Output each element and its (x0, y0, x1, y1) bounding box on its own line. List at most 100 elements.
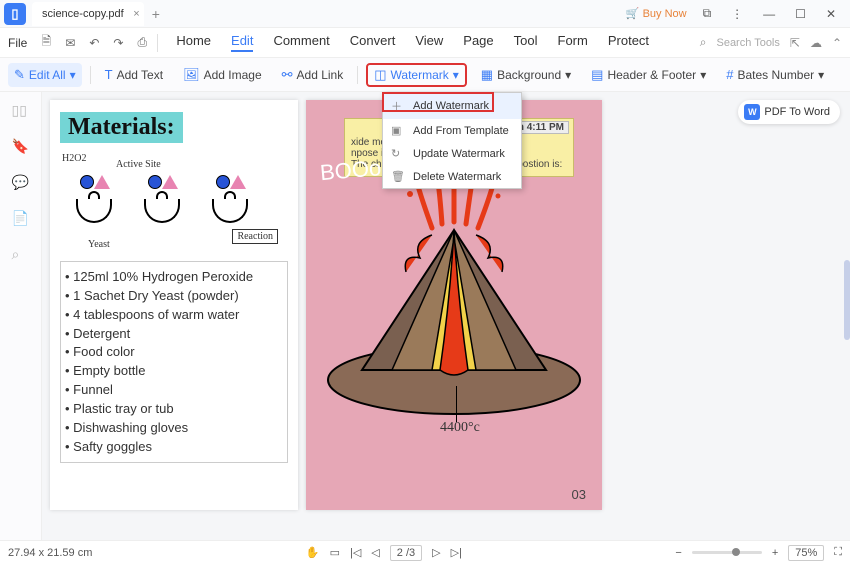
notification-icon[interactable]: ⧉ (699, 4, 716, 23)
status-bar: 27.94 x 21.59 cm ✋ ▭ |◁ ◁ 2 /3 ▷ ▷| − + … (0, 540, 850, 564)
comments-icon[interactable]: 💬 (12, 174, 30, 192)
tab-title: science-copy.pdf (42, 8, 124, 20)
chevron-down-icon: ▾ (70, 68, 76, 82)
watermark-dropdown: ＋Add Watermark ▣ Add From Template ↻Updat… (382, 92, 522, 189)
more-icon[interactable]: ⋮ (727, 5, 747, 23)
file-menu[interactable]: File (8, 36, 27, 50)
chevron-down-icon: ▾ (818, 68, 824, 82)
list-item: 4 tablespoons of warm water (65, 306, 281, 325)
pdf-to-word-button[interactable]: W PDF To Word (738, 100, 840, 124)
share-icon[interactable]: ⇱ (790, 36, 800, 50)
molecule-diagram: H2O2 Active Site Yeast Reaction (60, 149, 288, 259)
menu-bar: File 🗎 ✉ ↶ ↷ ⎙ Home Edit Comment Convert… (0, 28, 850, 58)
title-bar: ▯ science-copy.pdf × + 🛒 Buy Now ⧉ ⋮ — ☐… (0, 0, 850, 28)
select-tool-icon[interactable]: ▭ (330, 546, 340, 559)
delete-watermark-item[interactable]: 🗑 Delete Watermark (383, 165, 521, 188)
cloud-icon[interactable]: ☁ (810, 36, 822, 50)
menu-comment[interactable]: Comment (273, 33, 329, 52)
last-page-icon[interactable]: ▷| (451, 546, 462, 559)
chevron-up-icon[interactable]: ⌃ (832, 36, 842, 50)
close-tab-icon[interactable]: × (133, 8, 139, 20)
bookmarks-icon[interactable]: 🔖 (12, 138, 30, 156)
menu-edit[interactable]: Edit (231, 33, 253, 52)
prev-page-icon[interactable]: ◁ (371, 546, 379, 559)
minimize-button[interactable]: — (759, 5, 779, 23)
attachments-icon[interactable]: 📄 (12, 210, 30, 228)
h2o2-label: H2O2 (62, 153, 86, 164)
add-from-template-item[interactable]: ▣ Add From Template (383, 119, 521, 142)
text-icon: T (105, 67, 113, 82)
chevron-down-icon: ▾ (453, 68, 459, 82)
app-icon: ▯ (4, 3, 26, 25)
edit-all-button[interactable]: ✎Edit All▾ (8, 63, 82, 87)
zoom-value[interactable]: 75% (788, 545, 824, 561)
next-page-icon[interactable]: ▷ (432, 546, 440, 559)
template-icon: ▣ (391, 124, 405, 137)
materials-heading: Materials: (60, 112, 183, 143)
add-watermark-item[interactable]: ＋Add Watermark (383, 93, 521, 119)
volcano-illustration (322, 180, 586, 420)
mail-icon[interactable]: ✉ (61, 34, 79, 52)
zoom-in-icon[interactable]: + (772, 547, 778, 559)
update-watermark-item[interactable]: ↻Update Watermark (383, 142, 521, 165)
undo-icon[interactable]: ↶ (85, 34, 103, 52)
zoom-thumb[interactable] (732, 548, 740, 556)
zoom-out-icon[interactable]: − (675, 547, 681, 559)
document-tab[interactable]: science-copy.pdf × (32, 2, 144, 26)
link-icon: ⚯ (282, 67, 293, 83)
chevron-down-icon: ▾ (565, 68, 571, 82)
watermark-button[interactable]: ◫Watermark▾ (366, 63, 467, 87)
menu-protect[interactable]: Protect (608, 33, 649, 52)
dd-label: Add From Template (413, 125, 509, 137)
fit-page-icon[interactable]: ⛶ (834, 546, 842, 559)
search-tools-input[interactable]: Search Tools (716, 37, 779, 49)
trash-icon: 🗑 (391, 170, 405, 183)
add-image-button[interactable]: 🖼Add Image (177, 63, 268, 87)
list-item: Dishwashing gloves (65, 419, 281, 438)
save-icon[interactable]: 🗎 (37, 34, 55, 52)
word-icon: W (744, 104, 760, 120)
bates-number-button[interactable]: #Bates Number▾ (720, 63, 830, 86)
first-page-icon[interactable]: |◁ (350, 546, 361, 559)
temperature-label: 4400°c (440, 420, 480, 436)
background-button[interactable]: ▦Background▾ (475, 63, 577, 87)
header-footer-label: Header & Footer (607, 68, 696, 82)
list-item: 125ml 10% Hydrogen Peroxide (65, 268, 281, 287)
active-site-label: Active Site (116, 159, 161, 170)
page-1: Materials: H2O2 Active Site Yeast Reacti… (50, 100, 298, 510)
buy-now-link[interactable]: 🛒 Buy Now (626, 7, 687, 20)
refresh-icon: ↻ (391, 147, 405, 160)
molecule-3 (206, 175, 256, 235)
maximize-button[interactable]: ☐ (791, 5, 810, 23)
menu-page[interactable]: Page (463, 33, 493, 52)
ingredients-box: 125ml 10% Hydrogen Peroxide 1 Sachet Dry… (60, 261, 288, 463)
add-link-button[interactable]: ⚯Add Link (276, 63, 350, 87)
menu-home[interactable]: Home (176, 33, 211, 52)
search-icon[interactable]: ⌕ (700, 35, 707, 50)
edit-all-label: Edit All (29, 68, 66, 82)
close-window-button[interactable]: ✕ (822, 5, 840, 23)
add-text-button[interactable]: TAdd Text (99, 63, 169, 86)
page-number: 03 (572, 487, 586, 502)
scrollbar-thumb[interactable] (844, 260, 850, 340)
redo-icon[interactable]: ↷ (109, 34, 127, 52)
buy-now-label: Buy Now (643, 8, 687, 20)
separator (357, 66, 358, 84)
dd-label: Delete Watermark (413, 171, 501, 183)
search-panel-icon[interactable]: ⌕ (12, 246, 30, 264)
menu-convert[interactable]: Convert (350, 33, 396, 52)
new-tab-button[interactable]: + (152, 6, 160, 22)
image-icon: 🖼 (183, 67, 200, 83)
menu-tool[interactable]: Tool (514, 33, 538, 52)
page-indicator[interactable]: 2 /3 (390, 545, 422, 561)
zoom-slider[interactable] (692, 551, 762, 554)
thumbnails-icon[interactable]: ▯▯ (12, 102, 30, 120)
watermark-label: Watermark (391, 68, 449, 82)
menu-form[interactable]: Form (558, 33, 588, 52)
hand-tool-icon[interactable]: ✋ (306, 546, 320, 559)
molecule-1 (70, 175, 120, 235)
menu-view[interactable]: View (415, 33, 443, 52)
print-icon[interactable]: ⎙ (133, 34, 151, 52)
bates-icon: # (726, 67, 733, 82)
header-footer-button[interactable]: ▤Header & Footer▾ (585, 63, 712, 87)
